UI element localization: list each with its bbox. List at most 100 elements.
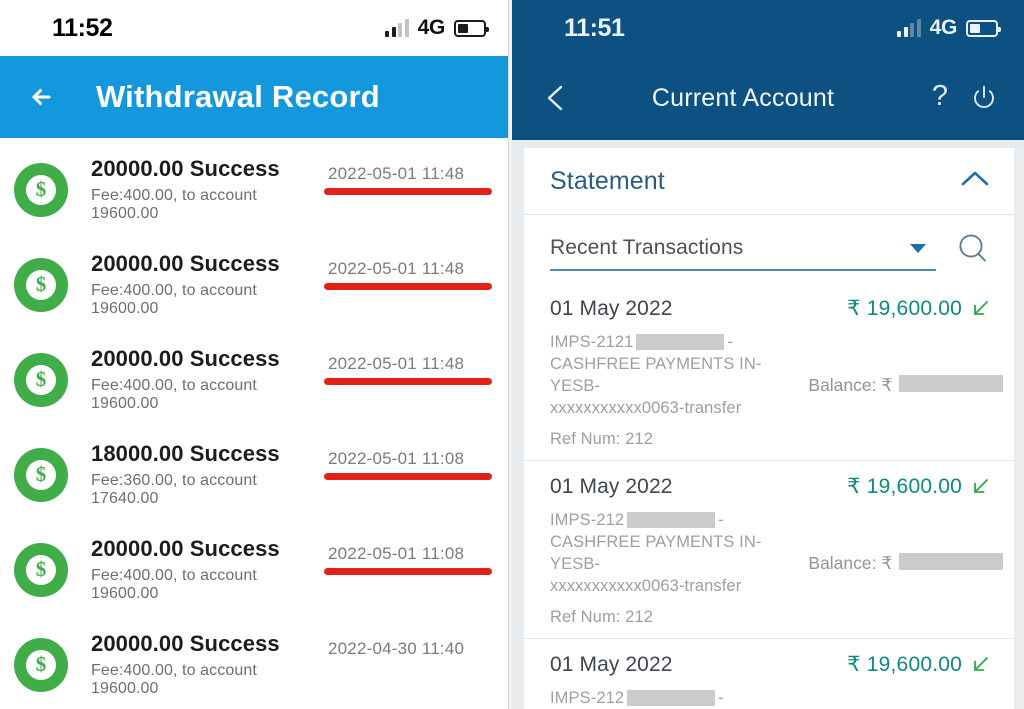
desc-prefix: IMPS-212 — [550, 689, 625, 707]
card-right-gutter — [1015, 150, 1024, 709]
table-row[interactable]: $ 20000.00 Success Fee:400.00, to accoun… — [0, 522, 512, 617]
dollar-coin-icon: $ — [14, 637, 68, 692]
search-icon[interactable] — [950, 230, 996, 268]
redaction-block — [627, 512, 716, 528]
row-detail: Fee:400.00, to account 19600.00 — [91, 567, 257, 602]
transaction-header: 01 May 2022 ₹ 19,600.00 — [550, 474, 990, 499]
battery-icon — [966, 19, 1001, 37]
transaction-ref-num: Ref Num: 212 — [550, 608, 653, 626]
arrow-down-left-icon — [974, 657, 988, 671]
transaction-balance: Balance: ₹ — [796, 509, 1003, 628]
redaction-block — [636, 334, 725, 350]
statement-heading: Statement — [550, 166, 665, 195]
transaction-amount: ₹ 19,600.00 — [847, 297, 962, 320]
transaction-body: IMPS-2121 - CASHFREE PAYMENTS IN-YESB- xx… — [550, 331, 1003, 450]
transaction-header: 01 May 2022 ₹ 19,600.00 — [550, 296, 990, 321]
status-bar-indicators: 4G — [897, 16, 1001, 40]
dollar-coin-icon: $ — [14, 352, 68, 407]
row-amount-status: 18000.00 Success — [91, 441, 280, 466]
table-row[interactable]: $ 20000.00 Success Fee:400.00, to accoun… — [0, 237, 512, 332]
withdrawal-list: $ 20000.00 Success Fee:400.00, to accoun… — [0, 138, 512, 709]
transaction-amount-wrap: ₹ 19,600.00 — [847, 652, 990, 677]
transaction-header: 01 May 2022 ₹ 19,600.00 — [550, 652, 990, 677]
status-bar-left: 11:52 4G — [0, 0, 512, 56]
chevron-up-icon[interactable] — [958, 167, 992, 196]
statement-card-area: Statement Recent Transactions 01 May 202… — [512, 140, 1024, 709]
transaction-row[interactable]: 01 May 2022 ₹ 19,600.00 IMPS-212 - — [524, 639, 1014, 709]
transaction-body: IMPS-212- CASHFREE PAYMENTS IN-YESB- Bal… — [550, 687, 990, 709]
network-type-label: 4G — [929, 16, 958, 39]
row-detail: Fee:400.00, to account 19600.00 — [91, 187, 257, 222]
desc-line-2: CASHFREE PAYMENTS IN-YESB- — [550, 355, 762, 395]
row-datetime: 2022-05-01 11:08 — [328, 544, 465, 563]
right-header-block: 11:51 4G Current Account ? — [512, 0, 1024, 140]
desc-line-2: CASHFREE PAYMENTS IN-YESB- — [550, 533, 762, 573]
row-datetime-wrap: 2022-04-30 11:40 — [328, 617, 498, 659]
power-icon[interactable] — [962, 83, 1006, 113]
row-detail: Fee:400.00, to account 19600.00 — [91, 662, 257, 697]
row-datetime: 2022-05-01 11:48 — [328, 259, 465, 278]
signal-bars-icon — [897, 18, 921, 37]
transaction-amount: ₹ 19,600.00 — [847, 653, 962, 676]
redaction-block — [627, 690, 716, 706]
row-amount-status: 20000.00 Success — [91, 156, 280, 181]
row-datetime: 2022-04-30 11:40 — [328, 639, 465, 658]
desc-suffix: - — [718, 689, 724, 707]
row-datetime-wrap: 2022-05-01 11:48 — [324, 237, 498, 290]
transaction-description: IMPS-212- CASHFREE PAYMENTS IN-YESB- — [550, 687, 796, 709]
desc-suffix: - — [727, 333, 734, 351]
dollar-coin-icon: $ — [14, 257, 68, 312]
row-datetime-wrap: 2022-05-01 11:48 — [324, 142, 498, 195]
row-detail: Fee:400.00, to account 19600.00 — [91, 377, 257, 412]
row-datetime: 2022-05-01 11:48 — [328, 354, 465, 373]
desc-suffix: - — [718, 511, 724, 529]
dollar-coin-icon: $ — [14, 162, 68, 217]
transaction-filter-value: Recent Transactions — [550, 236, 744, 259]
row-datetime-wrap: 2022-05-01 11:08 — [324, 522, 498, 575]
red-underline-annotation — [324, 283, 492, 290]
table-row[interactable]: $ 20000.00 Success Fee:400.00, to accoun… — [0, 617, 512, 709]
table-row[interactable]: $ 18000.00 Success Fee:360.00, to accoun… — [0, 427, 512, 522]
transaction-balance: Balance: ₹ — [796, 331, 1003, 450]
help-icon[interactable]: ? — [918, 82, 962, 114]
transaction-description: IMPS-212 - CASHFREE PAYMENTS IN-YESB- xxx… — [550, 509, 796, 628]
app-bar-right: Current Account ? — [512, 56, 1024, 140]
row-datetime-wrap: 2022-05-01 11:48 — [324, 332, 498, 385]
row-datetime: 2022-05-01 11:48 — [328, 164, 465, 183]
status-bar-indicators: 4G — [385, 16, 489, 40]
red-underline-annotation — [324, 188, 492, 195]
transaction-description: IMPS-2121 - CASHFREE PAYMENTS IN-YESB- xx… — [550, 331, 796, 450]
dollar-coin-icon: $ — [14, 542, 68, 597]
balance-label: Balance: ₹ — [808, 375, 893, 395]
chevron-left-icon[interactable] — [540, 81, 574, 115]
withdrawal-record-screen: 11:52 4G Withdrawal Record $ 20000.00 Su… — [0, 0, 512, 709]
page-title: Withdrawal Record — [96, 79, 380, 114]
red-underline-annotation — [324, 378, 492, 385]
signal-bars-icon — [385, 18, 409, 37]
statement-card: Statement Recent Transactions 01 May 202… — [524, 148, 1014, 709]
transaction-row[interactable]: 01 May 2022 ₹ 19,600.00 IMPS-212 - — [524, 461, 1014, 639]
status-bar-right: 11:51 4G — [512, 0, 1024, 56]
table-row[interactable]: $ 20000.00 Success Fee:400.00, to accoun… — [0, 332, 512, 427]
statement-section-header[interactable]: Statement — [524, 148, 1014, 215]
transaction-filter-dropdown[interactable]: Recent Transactions — [550, 227, 936, 271]
transaction-body: IMPS-212 - CASHFREE PAYMENTS IN-YESB- xxx… — [550, 509, 1003, 628]
current-account-screen: 11:51 4G Current Account ? Statement Rec… — [512, 0, 1024, 709]
desc-prefix: IMPS-2121 — [550, 333, 634, 351]
transaction-amount-wrap: ₹ 19,600.00 — [847, 474, 990, 499]
arrow-left-icon[interactable] — [22, 77, 62, 117]
app-bar-left: Withdrawal Record — [0, 56, 512, 138]
status-bar-clock: 11:51 — [564, 13, 625, 42]
transaction-ref-num: Ref Num: 212 — [550, 430, 653, 448]
transaction-row[interactable]: 01 May 2022 ₹ 19,600.00 IMPS-2121 - CASHF… — [524, 283, 1014, 461]
chevron-down-icon — [910, 243, 926, 253]
row-datetime: 2022-05-01 11:08 — [328, 449, 465, 468]
row-amount-status: 20000.00 Success — [91, 251, 280, 276]
row-detail: Fee:360.00, to account 17640.00 — [91, 472, 257, 507]
transaction-date: 01 May 2022 — [550, 475, 673, 498]
redaction-block — [898, 375, 1003, 392]
arrow-down-left-icon — [974, 301, 988, 315]
table-row[interactable]: $ 20000.00 Success Fee:400.00, to accoun… — [0, 142, 512, 237]
row-datetime-wrap: 2022-05-01 11:08 — [324, 427, 498, 480]
red-underline-annotation — [324, 568, 492, 575]
